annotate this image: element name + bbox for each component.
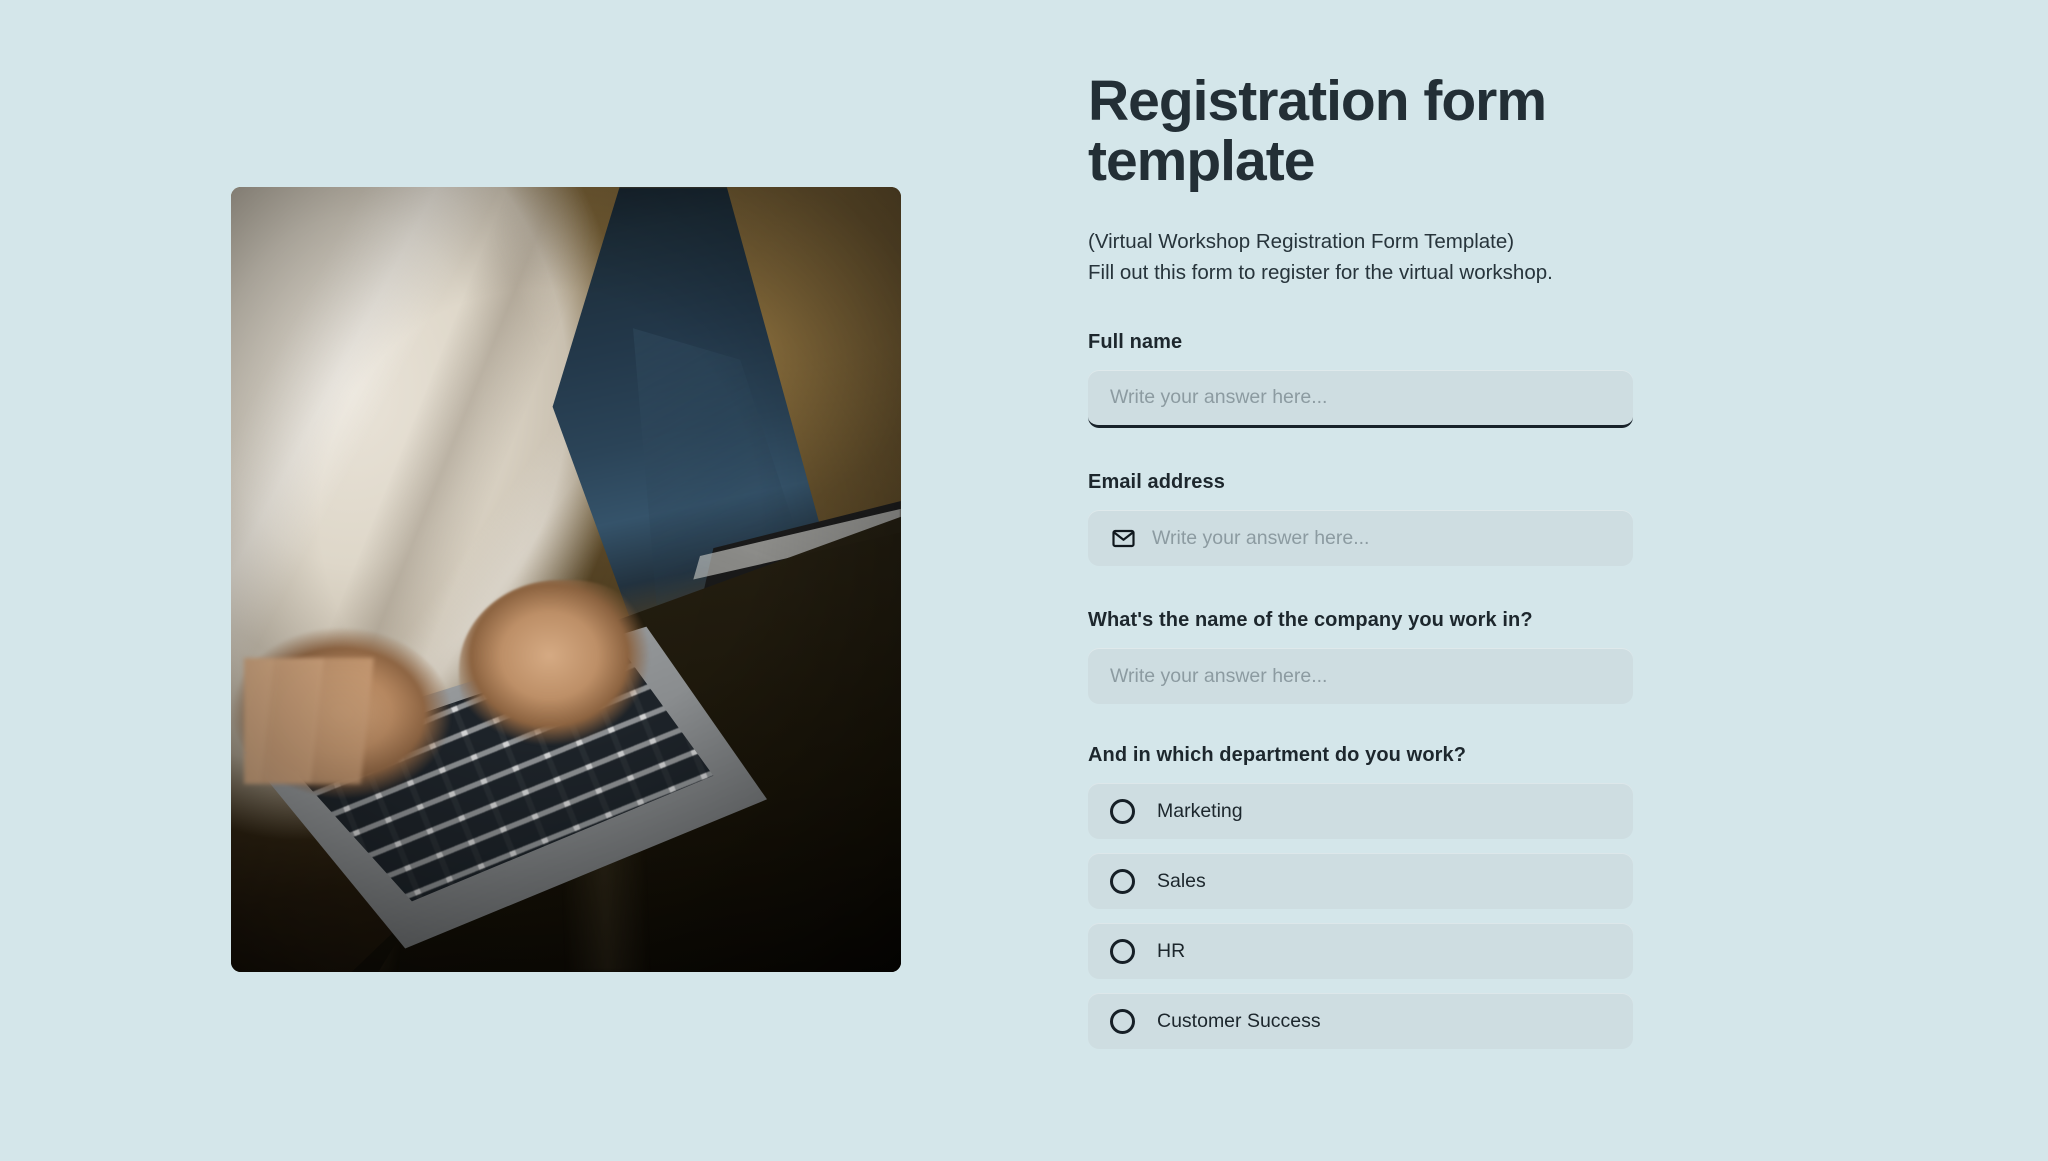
radio-option-marketing[interactable]: Marketing (1088, 783, 1633, 839)
field-department: And in which department do you work? Mar… (1088, 744, 1633, 1049)
company-name-input[interactable]: Write your answer here... (1088, 648, 1633, 704)
full-name-placeholder: Write your answer here... (1110, 386, 1328, 408)
field-label-company-name: What's the name of the company you work … (1088, 609, 1533, 631)
field-full-name: Full name Write your answer here... (1088, 331, 1633, 428)
hero-photo (231, 187, 901, 972)
radio-label-marketing: Marketing (1157, 799, 1243, 822)
radio-circle-icon (1110, 868, 1135, 894)
radio-label-customer-success: Customer Success (1157, 1009, 1321, 1032)
radio-circle-icon (1110, 798, 1135, 824)
media-column (0, 0, 1088, 1161)
email-address-placeholder: Write your answer here... (1152, 526, 1370, 549)
radio-option-customer-success[interactable]: Customer Success (1088, 993, 1633, 1049)
field-company-name: What's the name of the company you work … (1088, 609, 1633, 704)
form-description-line-2: Fill out this form to register for the v… (1088, 260, 1553, 284)
field-label-full-name: Full name (1088, 331, 1183, 353)
full-name-input[interactable]: Write your answer here... (1088, 370, 1633, 428)
registration-form-page: Registration form template (Virtual Work… (0, 0, 2048, 1161)
envelope-icon (1110, 525, 1136, 551)
form-description: (Virtual Workshop Registration Form Temp… (1088, 226, 1633, 288)
company-name-placeholder: Write your answer here... (1110, 664, 1328, 687)
department-radio-group: Marketing Sales HR Customer Success (1088, 783, 1633, 1049)
photo-vignette (231, 187, 901, 972)
radio-circle-icon (1110, 1008, 1135, 1034)
radio-label-sales: Sales (1157, 869, 1206, 892)
field-label-email-address: Email address (1088, 471, 1225, 493)
radio-circle-icon (1110, 938, 1135, 964)
page-title: Registration form template (1088, 69, 1547, 193)
form-description-line-1: (Virtual Workshop Registration Form Temp… (1088, 229, 1515, 253)
form-column: Registration form template (Virtual Work… (1088, 0, 2048, 1049)
email-address-input[interactable]: Write your answer here... (1088, 510, 1633, 566)
radio-option-hr[interactable]: HR (1088, 923, 1633, 979)
radio-option-sales[interactable]: Sales (1088, 853, 1633, 909)
field-label-department: And in which department do you work? (1088, 744, 1467, 766)
radio-label-hr: HR (1157, 939, 1186, 962)
field-email-address: Email address Write your answer here... (1088, 471, 1633, 566)
